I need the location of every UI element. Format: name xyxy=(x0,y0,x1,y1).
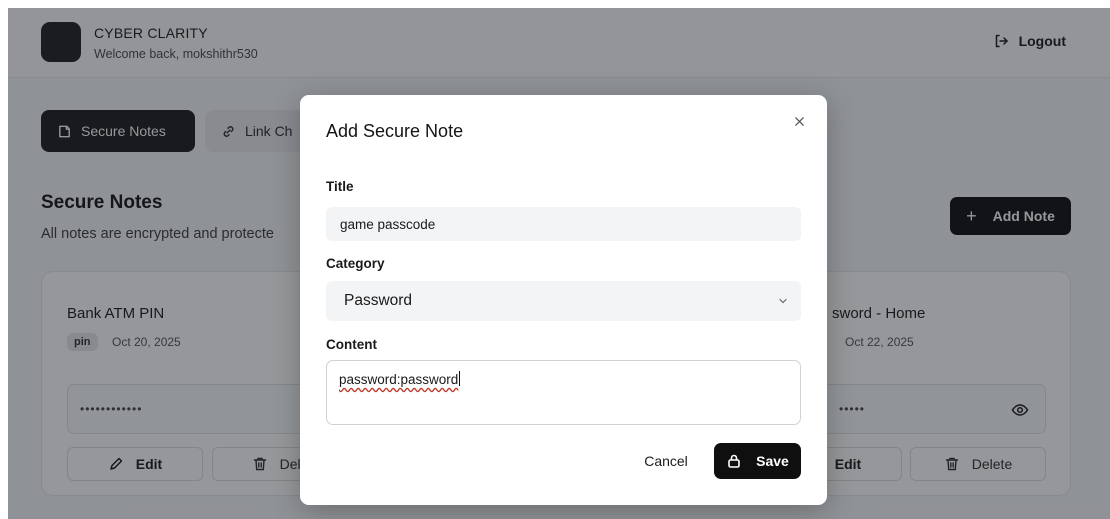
content-field-label: Content xyxy=(326,337,377,352)
cancel-button[interactable]: Cancel xyxy=(628,443,704,479)
category-field-label: Category xyxy=(326,256,385,271)
category-selected-value: Password xyxy=(344,292,413,309)
content-textarea[interactable]: password:password xyxy=(326,360,801,425)
category-select[interactable]: Password xyxy=(326,281,801,321)
chevron-down-icon xyxy=(779,298,787,304)
title-field[interactable] xyxy=(326,207,801,241)
text-caret xyxy=(459,371,461,386)
content-text: password:password xyxy=(339,372,459,387)
save-button[interactable]: Save xyxy=(714,443,801,479)
lock-icon xyxy=(728,454,740,468)
app-frame: CYBER CLARITY Welcome back, mokshithr530… xyxy=(8,8,1110,519)
dialog-title: Add Secure Note xyxy=(326,121,464,141)
save-label: Save xyxy=(756,453,789,469)
close-icon[interactable] xyxy=(791,113,807,129)
add-note-dialog: Add Secure Note Title Category Password … xyxy=(300,95,827,505)
title-field-label: Title xyxy=(326,179,354,194)
